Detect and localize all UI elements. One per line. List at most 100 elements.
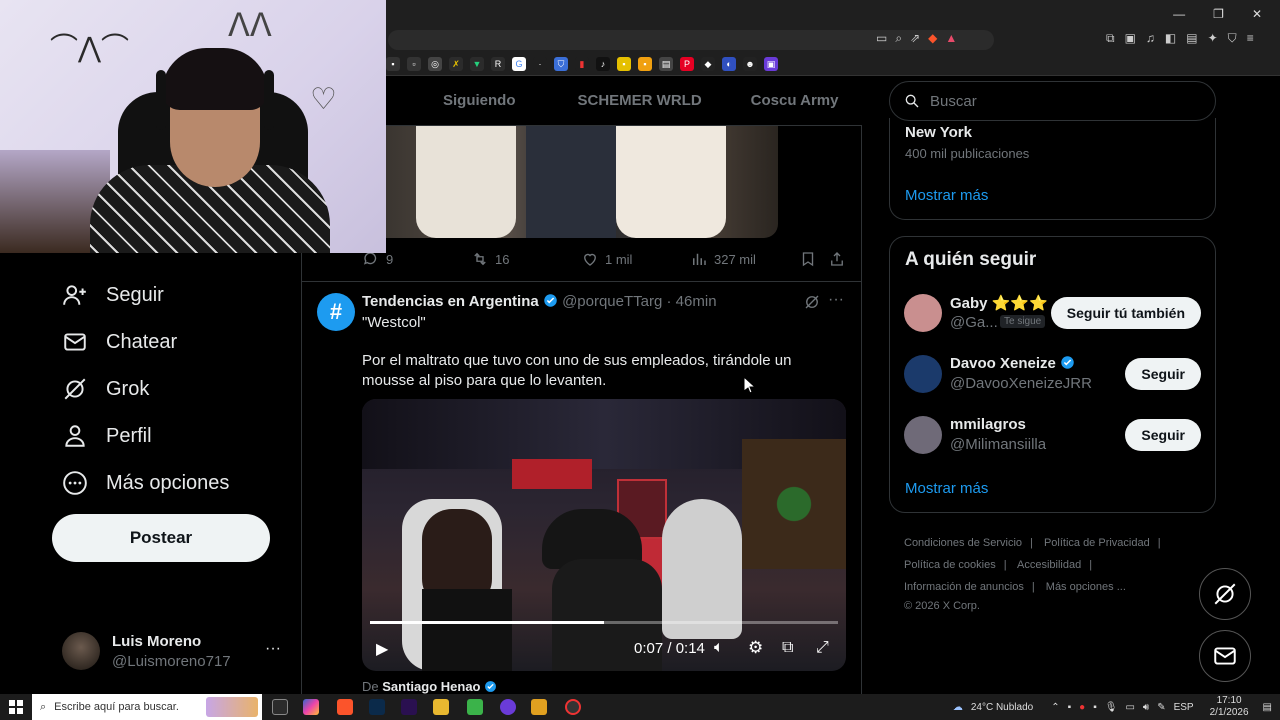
share-icon[interactable]: ⇗ <box>910 31 920 46</box>
taskbar-search[interactable]: ⌕ Escribe aquí para buscar. <box>32 694 262 720</box>
volume-icon[interactable]: 🔈︎ <box>714 639 724 657</box>
tiktok-icon[interactable]: ♪ <box>596 56 610 71</box>
fullscreen-icon[interactable]: ⤢ <box>816 639 829 657</box>
footer-link[interactable]: Más opciones ... <box>1046 581 1126 593</box>
bookmark-icon[interactable]: ▣ <box>764 56 778 71</box>
copilot-icon[interactable] <box>303 699 319 715</box>
nav-perfil[interactable]: Perfil <box>62 423 152 449</box>
account-switcher[interactable]: Luis Moreno @Luismoreno717 ··· <box>62 630 292 674</box>
bookmark-icon[interactable]: ▼ <box>470 56 484 71</box>
follow-user-name[interactable]: mmilagros <box>950 416 1026 433</box>
language-indicator[interactable]: ESP <box>1174 702 1194 713</box>
nav-mas-opciones[interactable]: Más opciones <box>62 470 229 496</box>
avatar[interactable] <box>904 416 942 454</box>
store-icon[interactable] <box>467 699 483 715</box>
settings-icon[interactable]: ⚙︎ <box>748 638 763 658</box>
brave-rewards-icon[interactable]: ▲ <box>945 31 957 46</box>
cast-icon[interactable]: ▭ <box>876 31 887 46</box>
tab-coscu-army[interactable]: Coscu Army <box>751 92 839 109</box>
post-image[interactable] <box>386 126 778 238</box>
grok-icon[interactable] <box>803 293 821 311</box>
video-progress-track[interactable] <box>370 621 838 624</box>
google-icon[interactable]: G <box>512 56 526 71</box>
show-more-link[interactable]: Mostrar más <box>905 480 988 497</box>
bookmark-icon[interactable]: · <box>533 56 547 71</box>
windows-start-icon[interactable] <box>9 700 23 714</box>
zoom-icon[interactable]: ⌕ <box>895 31 902 46</box>
nav-chatear[interactable]: Chatear <box>62 329 177 355</box>
tweet-handle[interactable]: @porqueTTarg <box>562 293 662 310</box>
task-view-icon[interactable] <box>272 699 288 715</box>
bookmark-icon[interactable]: ▫ <box>407 56 421 71</box>
bookmark-icon[interactable]: ▪ <box>386 56 400 71</box>
tray-icon[interactable]: ▪ <box>1068 702 1072 713</box>
search-box[interactable]: Buscar <box>889 81 1216 121</box>
footer-link[interactable]: Accesibilidad <box>1017 559 1081 571</box>
bookmark-icon[interactable]: R <box>491 56 505 71</box>
avatar[interactable] <box>904 294 942 332</box>
pinterest-icon[interactable]: P <box>680 56 694 71</box>
footer-link[interactable]: Política de Privacidad <box>1044 537 1150 549</box>
tab-siguiendo[interactable]: Siguiendo <box>443 92 516 109</box>
messages-fab[interactable] <box>1199 630 1251 682</box>
footer-link[interactable]: Política de cookies <box>904 559 996 571</box>
bookmark-icon[interactable]: ◎ <box>428 56 442 71</box>
minimize-icon[interactable]: — <box>1173 7 1185 21</box>
extensions-icon[interactable]: ⧉ <box>1106 31 1115 46</box>
file-explorer-icon[interactable] <box>433 699 449 715</box>
bookmark-icon[interactable]: ▪ <box>638 56 652 71</box>
tweet-time[interactable]: · 46min <box>667 293 717 310</box>
tab-schemer-wrld[interactable]: SCHEMER WRLD <box>578 92 702 109</box>
obs-icon[interactable] <box>565 699 581 715</box>
tab-search-icon[interactable]: ▣ <box>1125 31 1136 46</box>
bookmark-icon[interactable]: ⛉ <box>554 56 568 71</box>
brave-shield-icon[interactable]: ◆ <box>928 31 937 46</box>
menu-icon[interactable]: ≡ <box>1247 31 1254 46</box>
photoshop-icon[interactable] <box>369 699 385 715</box>
search-input[interactable]: Buscar <box>930 93 977 110</box>
trend-name[interactable]: New York <box>905 124 972 141</box>
show-more-link[interactable]: Mostrar más <box>905 187 988 204</box>
leo-icon[interactable]: ✦ <box>1208 31 1218 46</box>
repost-action[interactable]: 16 <box>471 250 509 268</box>
bookmark-icon[interactable]: ✗ <box>449 56 463 71</box>
video-player[interactable]: ▶ 0:07 / 0:14 🔈︎ ⚙︎ ⧉ ⤢ <box>362 399 846 671</box>
vpn-icon[interactable]: ⛉ <box>1228 31 1237 46</box>
weather-text[interactable]: 24°C Nublado <box>971 702 1033 713</box>
footer-link[interactable]: Información de anuncios <box>904 581 1024 593</box>
follow-button[interactable]: Seguir <box>1125 419 1201 451</box>
mic-icon[interactable]: 🎙︎ <box>1105 702 1118 713</box>
bookmark-icon[interactable]: ▤ <box>659 56 673 71</box>
views-action[interactable]: 327 mil <box>690 250 756 268</box>
pip-icon[interactable]: ⧉ <box>782 639 793 657</box>
wallet-icon[interactable]: ▤ <box>1186 31 1197 46</box>
restore-icon[interactable]: ❐ <box>1213 7 1224 21</box>
bookmark-icon[interactable]: ◐ <box>722 56 736 71</box>
sidebar-icon[interactable]: ◧ <box>1165 31 1176 46</box>
tray-chevron-icon[interactable]: ⌃ <box>1051 702 1059 713</box>
tray-icon[interactable]: ▪ <box>1093 702 1097 713</box>
grok-fab[interactable] <box>1199 568 1251 620</box>
share-action[interactable] <box>828 250 846 268</box>
tray-icon[interactable]: ● <box>1079 702 1085 713</box>
follow-back-button[interactable]: Seguir tú también <box>1050 297 1201 329</box>
bookmark-icon[interactable]: ▮ <box>575 56 589 71</box>
like-action[interactable]: 1 mil <box>581 250 632 268</box>
follow-user-name[interactable]: Davoo Xeneize <box>950 355 1075 372</box>
media-icon[interactable]: ♫ <box>1146 31 1155 46</box>
clock[interactable]: 17:10 2/1/2026 <box>1210 695 1249 719</box>
volume-icon[interactable]: 🔊︎ <box>1143 702 1149 713</box>
nav-seguir[interactable]: Seguir <box>62 282 164 308</box>
post-button[interactable]: Postear <box>52 514 270 562</box>
avatar[interactable]: # <box>317 293 355 331</box>
network-icon[interactable]: ▭ <box>1125 702 1134 713</box>
avatar[interactable] <box>904 355 942 393</box>
play-icon[interactable]: ▶ <box>376 639 388 659</box>
bookmark-action[interactable] <box>799 250 817 268</box>
follow-button[interactable]: Seguir <box>1125 358 1201 390</box>
bookmark-icon[interactable]: ◆ <box>701 56 715 71</box>
app-icon[interactable] <box>500 699 516 715</box>
follow-user-name[interactable]: Gaby ⭐⭐⭐ <box>950 294 1048 312</box>
close-icon[interactable]: ✕ <box>1252 7 1262 21</box>
app-icon[interactable] <box>531 699 547 715</box>
